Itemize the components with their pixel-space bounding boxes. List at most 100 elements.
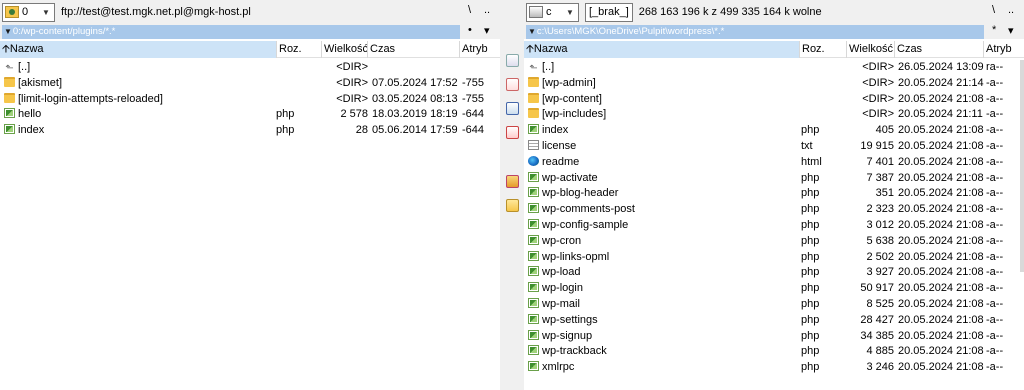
file-row[interactable]: wp-load php 3 927 20.05.2024 21:08 -a-- xyxy=(524,265,1024,281)
file-row[interactable]: wp-trackback php 4 885 20.05.2024 21:08 -a-- xyxy=(524,344,1024,360)
right-drive-value: c xyxy=(546,6,552,18)
file-ext: php xyxy=(276,108,295,121)
file-row[interactable]: hello php 2 578 18.03.2019 18:19 -644 xyxy=(0,107,500,123)
file-row[interactable]: wp-mail php 8 525 20.05.2024 21:08 -a-- xyxy=(524,297,1024,313)
column-header-time[interactable]: Czas xyxy=(895,41,984,58)
file-ext: php xyxy=(801,218,820,231)
file-name-cell: [limit-login-attempts-reloaded] xyxy=(4,92,163,107)
archive-icon[interactable] xyxy=(506,175,519,188)
file-attr: -a-- xyxy=(986,329,1004,342)
right-root-button[interactable]: \ xyxy=(992,4,995,16)
column-header-attr[interactable]: Atryb xyxy=(460,41,500,58)
file-time: 20.05.2024 21:08 xyxy=(898,250,984,263)
file-row[interactable]: license txt 19 915 20.05.2024 21:08 -a-- xyxy=(524,139,1024,155)
file-row[interactable]: ⬑ [..] <DIR> 26.05.2024 13:09 ra-- xyxy=(524,60,1024,76)
file-row[interactable]: [limit-login-attempts-reloaded] <DIR> 03.0… xyxy=(0,92,500,108)
sort-arrow-icon: 🡩 xyxy=(2,43,10,55)
file-row[interactable]: wp-login php 50 917 20.05.2024 21:08 -a-- xyxy=(524,281,1024,297)
column-header-name[interactable]: 🡩Nazwa xyxy=(524,41,800,58)
column-header-attr[interactable]: Atryb xyxy=(984,41,1024,58)
left-current-path[interactable]: ▼0:/wp-content/plugins/*.* xyxy=(2,25,460,39)
parent-dir-icon: ⬑ xyxy=(5,63,14,74)
left-drive-bar: 0 ▼ ftp://test@test.mgk.net.pl@mgk-host.… xyxy=(0,0,500,24)
file-name: [wp-includes] xyxy=(542,108,607,121)
right-history-button[interactable]: ▾ xyxy=(1008,24,1014,37)
right-up-button[interactable]: .. xyxy=(1008,4,1014,16)
column-header-size[interactable]: Wielkość xyxy=(322,41,368,58)
left-history-button[interactable]: ▾ xyxy=(484,24,490,37)
file-row[interactable]: wp-links-opml php 2 502 20.05.2024 21:08 -a-… xyxy=(524,250,1024,266)
file-attr: -a-- xyxy=(986,218,1004,231)
file-size: 405 xyxy=(875,124,894,137)
file-attr: -a-- xyxy=(986,155,1004,168)
file-ext: php xyxy=(801,361,820,374)
column-header-name[interactable]: 🡩Nazwa xyxy=(0,41,277,58)
file-attr: -a-- xyxy=(986,234,1004,247)
php-file-icon xyxy=(528,187,539,198)
file-row[interactable]: wp-settings php 28 427 20.05.2024 21:08 -a-- xyxy=(524,313,1024,329)
file-row[interactable]: index php 28 05.06.2014 17:59 -644 xyxy=(0,123,500,139)
left-root-button[interactable]: \ xyxy=(468,4,471,16)
file-row[interactable]: [akismet] <DIR> 07.05.2024 17:52 -755 xyxy=(0,76,500,92)
file-size: <DIR> xyxy=(336,76,368,89)
file-row[interactable]: [wp-includes] <DIR> 20.05.2024 21:11 -a-- xyxy=(524,107,1024,123)
file-attr: -a-- xyxy=(986,187,1004,200)
file-ext: html xyxy=(801,155,822,168)
middle-toolbar xyxy=(500,0,524,390)
file-attr: -a-- xyxy=(986,108,1004,121)
move-files-icon[interactable] xyxy=(506,126,519,139)
right-current-path[interactable]: ▼c:\Users\MGK\OneDrive\Pulpit\wordpress\… xyxy=(526,25,984,39)
file-ext: php xyxy=(276,124,295,137)
file-attr: -a-- xyxy=(986,282,1004,295)
file-search-icon[interactable] xyxy=(506,54,519,67)
file-name-cell: wp-load xyxy=(528,265,581,280)
php-file-icon xyxy=(4,108,15,119)
file-row[interactable]: [wp-admin] <DIR> 20.05.2024 21:14 -a-- xyxy=(524,76,1024,92)
file-size: 3 246 xyxy=(866,361,894,374)
right-hotlist-button[interactable]: * xyxy=(992,24,996,36)
file-name: wp-load xyxy=(542,266,581,279)
file-time: 26.05.2024 13:09 xyxy=(898,61,984,73)
file-row[interactable]: wp-config-sample php 3 012 20.05.2024 21:08… xyxy=(524,218,1024,234)
history-dropdown-icon[interactable]: ▼ xyxy=(4,27,12,36)
file-ext: php xyxy=(801,313,820,326)
file-time: 20.05.2024 21:08 xyxy=(898,266,984,279)
php-file-icon xyxy=(528,234,539,245)
file-attr: -644 xyxy=(462,108,485,121)
column-header-size[interactable]: Wielkość xyxy=(847,41,895,58)
file-size: 7 387 xyxy=(866,171,894,184)
column-header-ext[interactable]: Roz. xyxy=(277,41,322,58)
file-row[interactable]: readme html 7 401 20.05.2024 21:08 -a-- xyxy=(524,155,1024,171)
file-row[interactable]: wp-activate php 7 387 20.05.2024 21:08 -a-- xyxy=(524,171,1024,187)
file-row[interactable]: [wp-content] <DIR> 20.05.2024 21:08 -a-- xyxy=(524,92,1024,108)
right-scrollbar[interactable] xyxy=(1020,60,1024,272)
file-row[interactable]: wp-cron php 5 638 20.05.2024 21:08 -a-- xyxy=(524,234,1024,250)
file-row[interactable]: xmlrpc php 3 246 20.05.2024 21:08 -a-- xyxy=(524,360,1024,376)
parent-dir-icon: ⬑ xyxy=(529,63,538,74)
file-row[interactable]: index php 405 20.05.2024 21:08 -a-- xyxy=(524,123,1024,139)
file-row[interactable]: wp-comments-post php 2 323 20.05.2024 21:08… xyxy=(524,202,1024,218)
file-size: 4 885 xyxy=(866,345,894,358)
file-row[interactable]: wp-blog-header php 351 20.05.2024 21:08 -a-- xyxy=(524,186,1024,202)
file-time: 05.06.2014 17:59 xyxy=(372,124,458,137)
file-ext: php xyxy=(801,124,820,137)
left-file-list: ⬑ [..] <DIR> [akismet] <DIR> 07.05.2024 17:52… xyxy=(0,60,500,139)
column-header-ext[interactable]: Roz. xyxy=(800,41,847,58)
left-up-button[interactable]: .. xyxy=(484,4,490,16)
file-name-cell: [wp-admin] xyxy=(528,76,596,91)
left-hotlist-button[interactable]: • xyxy=(468,24,472,36)
file-ext: php xyxy=(801,250,820,263)
history-dropdown-icon[interactable]: ▼ xyxy=(528,27,536,36)
file-size: <DIR> xyxy=(862,76,894,89)
column-header-time[interactable]: Czas xyxy=(368,41,460,58)
left-drive-select[interactable]: 0 ▼ xyxy=(2,2,55,22)
file-row[interactable]: wp-signup php 34 385 20.05.2024 21:08 -a-- xyxy=(524,329,1024,345)
file-properties-icon[interactable] xyxy=(506,78,519,91)
file-name: wp-trackback xyxy=(542,345,607,358)
new-folder-icon[interactable] xyxy=(506,199,519,212)
right-drive-select[interactable]: c ▼ xyxy=(526,2,579,22)
file-name: [wp-admin] xyxy=(542,76,596,89)
copy-files-icon[interactable] xyxy=(506,102,519,115)
file-row[interactable]: ⬑ [..] <DIR> xyxy=(0,60,500,76)
ftp-drive-icon xyxy=(5,6,19,18)
